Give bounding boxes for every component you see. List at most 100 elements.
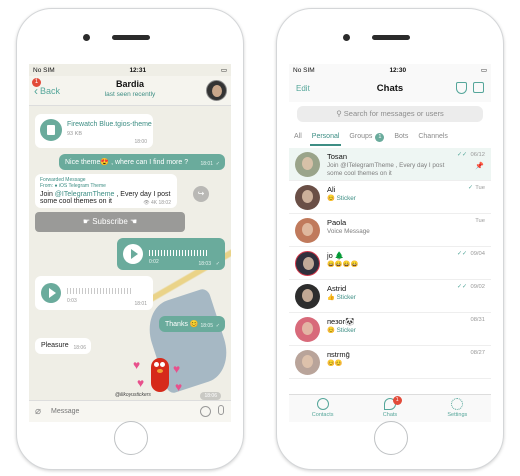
message-text: Thanks 😊 [165,321,199,328]
elmo-sticker [151,358,169,392]
tab-label: Contacts [311,412,334,418]
text-prefix: Join [40,191,55,198]
avatar [295,218,320,243]
subscribe-button[interactable]: ☛ Subscribe ☚ [35,212,185,232]
shield-icon[interactable] [456,82,467,94]
message-time: 18:06 [73,345,86,351]
message-time: 18:03 [198,261,211,267]
carrier-label: No SIM [33,66,55,74]
chat-date: 08/31 [470,317,485,323]
tab-personal[interactable]: Personal [307,128,345,146]
speaker [112,35,150,40]
chat-row-jo[interactable]: jo 🌲 😄😄😄😄 ✓✓ 09/04 [289,247,491,280]
double-check-icon: ✓ [215,161,220,167]
message-time: 18:01 [134,301,147,307]
attach-icon[interactable]: ⌀ [35,406,41,417]
message-text: Pleasure [41,342,69,349]
unread-badge: 1 [392,396,402,405]
message-in[interactable]: Pleasure 18:06 [35,338,91,354]
chat-name: пезог🐼 [327,317,355,326]
tab-channels[interactable]: Channels [413,128,453,146]
tab-groups[interactable]: Groups 1 [344,128,389,146]
double-check-icon: ✓ [467,185,473,191]
chat-row-6[interactable]: пstrmḡ 😊😊 08/27 [289,346,491,379]
chat-date: Tue [475,185,485,191]
forwarded-message[interactable]: Forwarded Message From: ● iOS Telegram T… [35,174,177,208]
tab-label: Chats [382,412,398,418]
play-icon[interactable] [41,283,61,303]
tab-chats[interactable]: Chats 1 [356,395,423,422]
chat-row-astrid[interactable]: Astrid 👍 Sticker ✓✓ 09/02 [289,280,491,313]
chat-messages[interactable]: Firewatch Blue.tgios-theme 93 KB 18:00 N… [29,106,231,400]
tab-label: Settings [447,412,468,418]
home-button[interactable] [374,421,408,455]
avatar [295,185,320,210]
voice-message-out[interactable]: 0:02 18:03 ✓ [117,238,225,270]
sticker-caption: @ilikoyustickers [115,392,151,398]
sticker-icon[interactable] [200,406,211,417]
chat-name: Paola [327,218,347,227]
camera [83,34,90,41]
speaker [372,35,410,40]
home-button[interactable] [114,421,148,455]
battery-icon: ▭ [220,67,227,74]
chat-name: пstrmḡ [327,350,350,359]
chat-row-paola[interactable]: Paola Voice Message Tue [289,214,491,247]
avatar [295,350,320,375]
play-icon[interactable] [123,244,143,264]
message-out[interactable]: Nice theme😍 , where can I find more ? 18… [59,154,225,170]
heart-icon: ♥ [175,380,183,394]
mic-icon[interactable] [218,405,224,415]
voice-duration: 0:03 [67,298,77,304]
phone-right: No SIM 12:30 ▭ Edit Chats ⚲ Search for m… [276,8,504,470]
tab-bots[interactable]: Bots [389,128,413,146]
message-time: 18:06 [200,392,221,400]
mention-link[interactable]: @ITelegramTheme [55,191,115,198]
tab-contacts[interactable]: Contacts [289,395,356,422]
compose-icon[interactable] [473,82,484,93]
file-name: Firewatch Blue.tgios-theme [67,121,152,128]
message-time: 18:01 [200,161,213,167]
chat-preview: 😄😄😄😄 [327,261,359,268]
gear-icon [451,398,464,410]
chat-preview: Voice Message [327,228,370,235]
double-check-icon: ✓ [215,323,220,329]
double-check-icon: ✓ [215,261,220,267]
avatar [295,317,320,342]
double-check-icon: ✓✓ [456,152,467,158]
avatar [295,152,320,177]
waveform[interactable] [67,288,131,294]
chat-date: 06/12 [470,152,485,158]
message-out[interactable]: Thanks 😊 18:05 ✓ [159,316,225,332]
sticker-message[interactable]: ♥ ♥ ♥ ♥ @ilikoyustickers [115,356,189,398]
file-icon[interactable] [40,119,62,141]
tab-all[interactable]: All [289,128,307,146]
file-message[interactable]: Firewatch Blue.tgios-theme 93 KB 18:00 [35,114,153,148]
chat-row-ali[interactable]: Ali 😊 Sticker ✓ Tue [289,181,491,214]
chat-preview: 😊😊 [327,360,343,367]
file-size: 93 KB [67,131,82,137]
tab-settings[interactable]: Settings [424,395,491,422]
forwarded-from[interactable]: From: ● iOS Telegram Theme [40,183,172,189]
chat-date: 09/04 [470,251,485,257]
avatar[interactable] [206,80,227,101]
chat-row-5[interactable]: пезог🐼 😊 Sticker 08/31 [289,313,491,346]
avatar [295,251,320,276]
chat-row-tosan[interactable]: Tosan Join @ITelegramTheme , Every day I… [289,148,491,181]
share-icon[interactable]: ↪ [193,186,209,202]
search-input[interactable]: ⚲ Search for messages or users [297,106,483,122]
waveform[interactable] [149,250,209,256]
chat-screen: No SIM 12:31 ▭ ‹ Back 1 Bardia last seen… [29,64,231,422]
contacts-icon [316,398,329,410]
chat-preview: 👍 Sticker [327,294,356,301]
pin-icon: 📌 [475,163,484,170]
status-bar: No SIM 12:31 ▭ [29,64,231,76]
tab-label: Groups [349,133,373,140]
message-input[interactable] [51,404,187,419]
heart-icon: ♥ [173,362,181,376]
message-time: 18:00 [134,139,147,145]
chat-name: jo 🌲 [327,251,345,260]
status-bar: No SIM 12:30 ▭ [289,64,491,76]
voice-message-in[interactable]: 0:03 18:01 [35,276,153,310]
avatar [295,284,320,309]
